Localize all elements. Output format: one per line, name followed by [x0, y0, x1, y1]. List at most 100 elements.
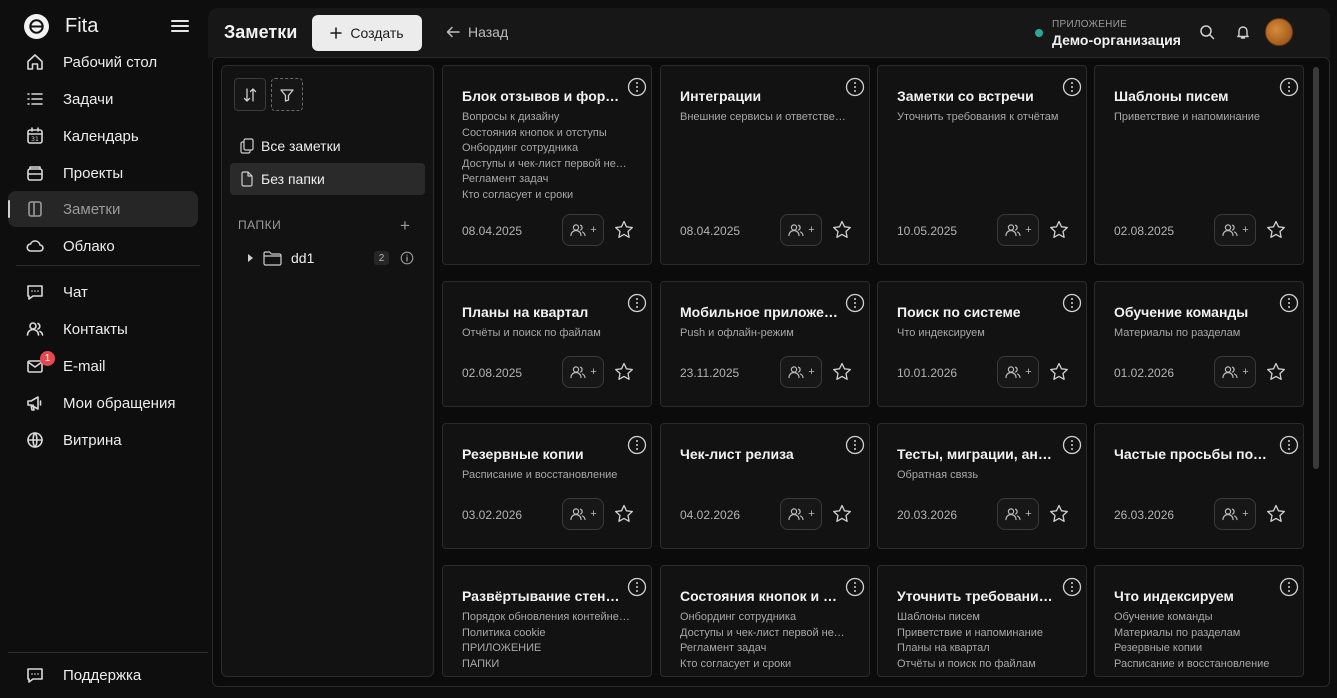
sidebar-item-contacts[interactable]: Контакты — [8, 311, 198, 347]
share-button[interactable]: + — [562, 498, 604, 530]
sidebar-item-chat[interactable]: Чат — [8, 274, 198, 310]
note-card[interactable]: Блок отзывов и формы Вопросы к дизайну Со… — [442, 65, 652, 265]
page-title: Заметки — [224, 22, 298, 42]
share-button[interactable]: + — [1214, 214, 1256, 246]
share-button[interactable]: + — [997, 214, 1039, 246]
share-button[interactable]: + — [780, 356, 822, 388]
favorite-star-icon[interactable] — [1266, 504, 1286, 523]
more-options-icon[interactable] — [845, 435, 865, 455]
note-preview-line: ПРИЛОЖЕНИЕ — [462, 642, 542, 654]
more-options-icon[interactable] — [627, 77, 647, 97]
note-date: 23.11.2025 — [680, 366, 740, 380]
sidebar-item-desktop[interactable]: Рабочий стол — [8, 44, 198, 80]
sidebar-item-tasks[interactable]: Задачи — [8, 81, 198, 117]
favorite-star-icon[interactable] — [1266, 362, 1286, 381]
more-options-icon[interactable] — [1279, 77, 1299, 97]
more-options-icon[interactable] — [1062, 435, 1082, 455]
note-title: Развёртывание стенда — [462, 588, 622, 604]
note-card[interactable]: Что индексируем Обучение команды Материал… — [1094, 565, 1304, 677]
note-card[interactable]: Интеграции Внешние сервисы и ответственн… — [660, 65, 870, 265]
brand[interactable]: Fita — [24, 14, 98, 39]
more-options-icon[interactable] — [1062, 77, 1082, 97]
note-title: Обучение команды — [1114, 304, 1249, 320]
favorite-star-icon[interactable] — [614, 220, 634, 239]
sidebar-item-notes[interactable]: Заметки — [8, 191, 198, 227]
note-preview-line: Состояния кнопок и отступы — [462, 126, 607, 139]
more-options-icon[interactable] — [1279, 435, 1299, 455]
more-options-icon[interactable] — [627, 293, 647, 313]
more-options-icon[interactable] — [1062, 293, 1082, 313]
favorite-star-icon[interactable] — [832, 504, 852, 523]
share-button[interactable]: + — [1214, 356, 1256, 388]
note-card[interactable]: Тесты, миграции, анонсы Обратная связь 2… — [877, 423, 1087, 549]
share-button[interactable]: + — [562, 214, 604, 246]
note-card[interactable]: Планы на квартал Отчёты и поиск по файла… — [442, 281, 652, 407]
sort-button[interactable] — [234, 78, 266, 111]
share-plus-icon: + — [1025, 366, 1032, 378]
sidebar-item-calendar[interactable]: 31 Календарь — [8, 118, 198, 154]
bell-icon[interactable] — [1235, 24, 1251, 40]
users-icon — [1004, 223, 1022, 237]
favorite-star-icon[interactable] — [1049, 362, 1069, 381]
more-options-icon[interactable] — [1062, 577, 1082, 597]
avatar[interactable] — [1265, 18, 1293, 46]
folder-all-notes[interactable]: Все заметки — [230, 130, 425, 162]
more-options-icon[interactable] — [1279, 293, 1299, 313]
more-options-icon[interactable] — [845, 293, 865, 313]
back-button[interactable]: Назад — [446, 24, 508, 40]
share-button[interactable]: + — [997, 356, 1039, 388]
sidebar-item-requests[interactable]: Мои обращения — [8, 385, 198, 421]
menu-toggle-icon[interactable] — [171, 19, 189, 33]
note-card[interactable]: Резервные копии Расписание и восстановле… — [442, 423, 652, 549]
note-card[interactable]: Уточнить требования к отчётам Шаблоны пи… — [877, 565, 1087, 677]
folder-item[interactable]: dd1 2 — [230, 246, 425, 270]
favorite-star-icon[interactable] — [832, 220, 852, 239]
note-card[interactable]: Заметки со встречи Уточнить требования к… — [877, 65, 1087, 265]
favorite-star-icon[interactable] — [832, 362, 852, 381]
favorite-star-icon[interactable] — [614, 362, 634, 381]
more-options-icon[interactable] — [845, 77, 865, 97]
sidebar-item-showcase[interactable]: Витрина — [8, 422, 198, 458]
favorite-star-icon[interactable] — [1049, 504, 1069, 523]
more-options-icon[interactable] — [627, 577, 647, 597]
info-icon[interactable] — [400, 251, 414, 265]
search-icon[interactable] — [1199, 24, 1215, 40]
sidebar-item-label: Рабочий стол — [63, 53, 158, 71]
share-button[interactable]: + — [780, 214, 822, 246]
favorite-star-icon[interactable] — [614, 504, 634, 523]
share-button[interactable]: + — [1214, 498, 1256, 530]
org-status-dot — [1035, 29, 1043, 37]
note-card[interactable]: Чек-лист релиза 04.02.2026 + — [660, 423, 870, 549]
support-button[interactable]: Поддержка — [8, 658, 208, 692]
folder-no-folder[interactable]: Без папки — [230, 163, 425, 195]
note-card[interactable]: Шаблоны писем Приветствие и напоминание … — [1094, 65, 1304, 265]
more-options-icon[interactable] — [627, 435, 647, 455]
note-preview-line: Что индексируем — [897, 327, 985, 339]
create-button[interactable]: Создать — [312, 15, 422, 51]
share-button[interactable]: + — [780, 498, 822, 530]
more-options-icon[interactable] — [1279, 577, 1299, 597]
note-card[interactable]: Развёртывание стенда Порядок обновления … — [442, 565, 652, 677]
scrollbar-thumb[interactable] — [1313, 67, 1319, 469]
sidebar-item-projects[interactable]: Проекты — [8, 155, 198, 191]
favorite-star-icon[interactable] — [1266, 220, 1286, 239]
note-card[interactable]: Частые просьбы пользователей 26.03.2026 … — [1094, 423, 1304, 549]
expand-caret-icon[interactable] — [248, 254, 253, 262]
note-preview-line: Регламент задач — [680, 642, 767, 654]
sidebar-item-email[interactable]: E-mail — [8, 348, 198, 384]
sidebar-item-cloud[interactable]: Облако — [8, 228, 198, 264]
favorite-star-icon[interactable] — [1049, 220, 1069, 239]
share-button[interactable]: + — [997, 498, 1039, 530]
note-title: Состояния кнопок и отступы — [680, 588, 840, 604]
filter-button[interactable] — [271, 78, 303, 111]
note-card[interactable]: Состояния кнопок и отступы Онбординг сот… — [660, 565, 870, 677]
note-card[interactable]: Обучение команды Материалы по разделам 0… — [1094, 281, 1304, 407]
more-options-icon[interactable] — [845, 577, 865, 597]
note-card[interactable]: Поиск по системе Что индексируем 10.01.2… — [877, 281, 1087, 407]
share-button[interactable]: + — [562, 356, 604, 388]
note-date: 20.03.2026 — [897, 508, 958, 522]
note-preview-line: Кто согласует и сроки — [462, 188, 574, 201]
users-icon — [787, 223, 805, 237]
note-card[interactable]: Мобильное приложение Push и офлайн-режим… — [660, 281, 870, 407]
add-folder-button[interactable]: + — [400, 216, 410, 236]
